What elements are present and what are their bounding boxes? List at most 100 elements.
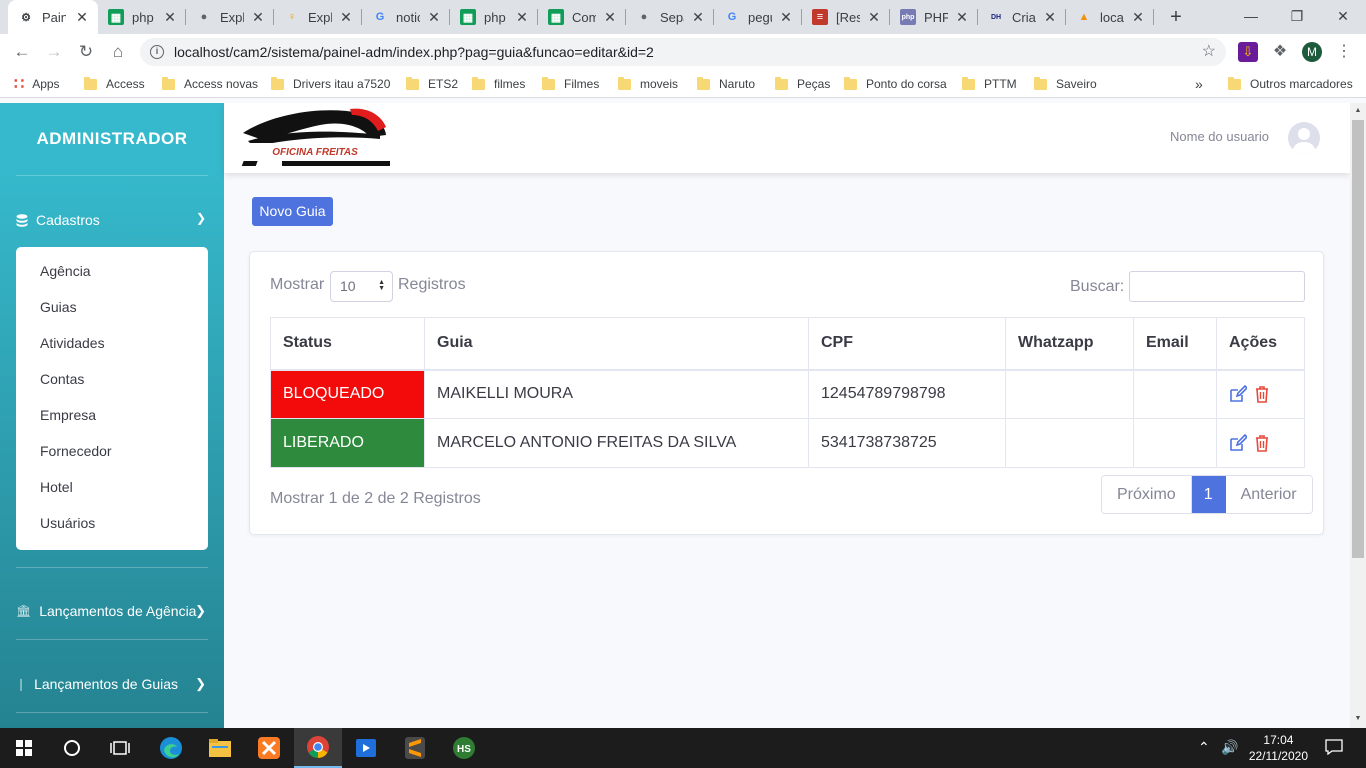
nav-lancamentos-guias[interactable]: ❘ Lançamentos de Guias ❯ [16, 676, 208, 692]
forward-icon[interactable]: → [40, 38, 68, 66]
download-extension-icon[interactable]: ⇩ [1238, 42, 1258, 62]
chrome-icon[interactable] [294, 728, 342, 768]
submenu-item[interactable]: Contas [16, 366, 208, 402]
close-tab-icon[interactable]: ✕ [602, 9, 618, 25]
next-page-button[interactable]: Próximo [1102, 476, 1192, 513]
windows-start-icon[interactable] [0, 728, 48, 768]
username[interactable]: Nome do usuario [1170, 129, 1269, 144]
scroll-up-icon[interactable]: ▲ [1350, 104, 1366, 118]
close-tab-icon[interactable]: ✕ [514, 9, 530, 25]
submenu-item[interactable]: Usuários [16, 510, 208, 546]
profile-avatar[interactable]: M [1302, 42, 1322, 62]
browser-tab[interactable]: ● Explo ✕ [186, 0, 274, 34]
submenu-item[interactable]: Fornecedor [16, 438, 208, 474]
close-tab-icon[interactable]: ✕ [866, 9, 882, 25]
close-tab-icon[interactable]: ✕ [690, 9, 706, 25]
bookmark-item[interactable]: Saveiro [1034, 76, 1097, 92]
cadastros-toggle[interactable]: Cadastros ❯ [16, 210, 208, 230]
scrollbar-thumb[interactable] [1352, 120, 1364, 558]
close-tab-icon[interactable]: ✕ [954, 9, 970, 25]
submenu-item[interactable]: Agência [16, 258, 208, 294]
bookmark-item[interactable]: Naruto [697, 76, 755, 92]
column-header-email[interactable]: Email [1133, 317, 1217, 371]
bookmark-item[interactable]: moveis [618, 76, 678, 92]
column-header-guia[interactable]: Guia [424, 317, 809, 371]
file-explorer-icon[interactable] [196, 728, 244, 768]
trash-icon[interactable] [1253, 434, 1271, 452]
close-tab-icon[interactable]: ✕ [74, 9, 90, 25]
close-tab-icon[interactable]: ✕ [338, 9, 354, 25]
previous-page-button[interactable]: Anterior [1225, 476, 1312, 513]
address-bar[interactable]: i localhost/cam2/sistema/painel-adm/inde… [140, 38, 1226, 66]
close-tab-icon[interactable]: ✕ [1042, 9, 1058, 25]
close-window-button[interactable]: ✕ [1320, 0, 1366, 32]
sublime-text-icon[interactable] [391, 728, 439, 768]
browser-tab[interactable]: php PHP ✕ [890, 0, 978, 34]
novo-guia-button[interactable]: Novo Guia [252, 197, 333, 226]
browser-tab[interactable]: ≡ [Res ✕ [802, 0, 890, 34]
bookmark-item[interactable]: Drivers itau a7520 [271, 76, 390, 92]
bookmark-item[interactable]: Peças [775, 76, 830, 92]
bookmark-item[interactable]: ETS2 [406, 76, 458, 92]
edit-icon[interactable] [1229, 385, 1247, 403]
bookmark-item[interactable]: Filmes [542, 76, 599, 92]
browser-tab[interactable]: Gpegu ✕ [714, 0, 802, 34]
browser-tab[interactable]: DH Criar ✕ [978, 0, 1066, 34]
bookmark-item[interactable]: filmes [472, 76, 525, 92]
column-header-cpf[interactable]: CPF [808, 317, 1006, 371]
new-tab-button[interactable]: + [1162, 3, 1190, 31]
close-tab-icon[interactable]: ✕ [426, 9, 442, 25]
edge-browser-icon[interactable] [147, 728, 195, 768]
bookmark-item[interactable]: Access novas [162, 76, 258, 92]
submenu-item[interactable]: Empresa [16, 402, 208, 438]
search-input[interactable] [1129, 271, 1305, 302]
user-avatar[interactable] [1288, 122, 1320, 154]
scroll-down-icon[interactable]: ▼ [1350, 712, 1366, 726]
browser-tab[interactable]: ▦ php ✕ [450, 0, 538, 34]
browser-tab[interactable]: ▦ php ✕ [98, 0, 186, 34]
column-header-acoes[interactable]: Ações [1216, 317, 1305, 371]
column-header-whatsapp[interactable]: Whatzapp [1005, 317, 1134, 371]
url-text[interactable]: localhost/cam2/sistema/painel-adm/index.… [174, 38, 654, 66]
submenu-item[interactable]: Atividades [16, 330, 208, 366]
taskbar-clock[interactable]: 17:04 22/11/2020 [1249, 732, 1308, 764]
browser-tab[interactable]: ▦ Com ✕ [538, 0, 626, 34]
minimize-button[interactable]: — [1228, 0, 1274, 32]
puzzle-extensions-icon[interactable]: ❖ [1270, 42, 1290, 62]
bookmark-item[interactable]: PTTM [962, 76, 1017, 92]
back-icon[interactable]: ← [8, 38, 36, 66]
bookmark-item[interactable]: Access [84, 76, 145, 92]
reload-icon[interactable]: ↻ [72, 38, 100, 66]
more-bookmarks-button[interactable]: » [1195, 76, 1203, 92]
task-view-icon[interactable] [96, 728, 144, 768]
heidisql-icon[interactable]: HS [440, 728, 488, 768]
close-tab-icon[interactable]: ✕ [250, 9, 266, 25]
bookmark-star-icon[interactable]: ☆ [1202, 38, 1216, 66]
media-player-icon[interactable] [342, 728, 390, 768]
oficina-freitas-logo[interactable]: OFICINA FREITAS [240, 105, 390, 167]
browser-tab[interactable]: ⚙ Painel ✕ [8, 0, 98, 34]
page-1-button[interactable]: 1 [1191, 476, 1226, 513]
browser-tab[interactable]: Gnotic ✕ [362, 0, 450, 34]
browser-menu-icon[interactable]: ⋮ [1334, 42, 1354, 62]
browser-tab[interactable]: ♀ Explo ✕ [274, 0, 362, 34]
site-info-icon[interactable]: i [150, 45, 164, 59]
search-circle-icon[interactable] [48, 728, 96, 768]
close-tab-icon[interactable]: ✕ [162, 9, 178, 25]
column-header-status[interactable]: Status [270, 317, 425, 371]
submenu-item[interactable]: Guias [16, 294, 208, 330]
submenu-item[interactable]: Hotel [16, 474, 208, 510]
other-bookmarks-folder[interactable]: Outros marcadores [1228, 76, 1353, 92]
notifications-icon[interactable] [1325, 739, 1343, 758]
nav-lancamentos-agencia[interactable]: 🏛 Lançamentos de Agência ❯ [16, 603, 208, 619]
sidebar-brand[interactable]: ADMINISTRADOR [0, 129, 224, 149]
maximize-button[interactable]: ❐ [1274, 0, 1320, 32]
apps-shortcut[interactable]: ∷ Apps [14, 76, 60, 93]
volume-icon[interactable]: 🔊 [1221, 739, 1238, 756]
xampp-icon[interactable] [245, 728, 293, 768]
bookmark-item[interactable]: Ponto do corsa [844, 76, 947, 92]
browser-tab[interactable]: ▲ local ✕ [1066, 0, 1154, 34]
close-tab-icon[interactable]: ✕ [778, 9, 794, 25]
trash-icon[interactable] [1253, 385, 1271, 403]
home-icon[interactable]: ⌂ [104, 38, 132, 66]
